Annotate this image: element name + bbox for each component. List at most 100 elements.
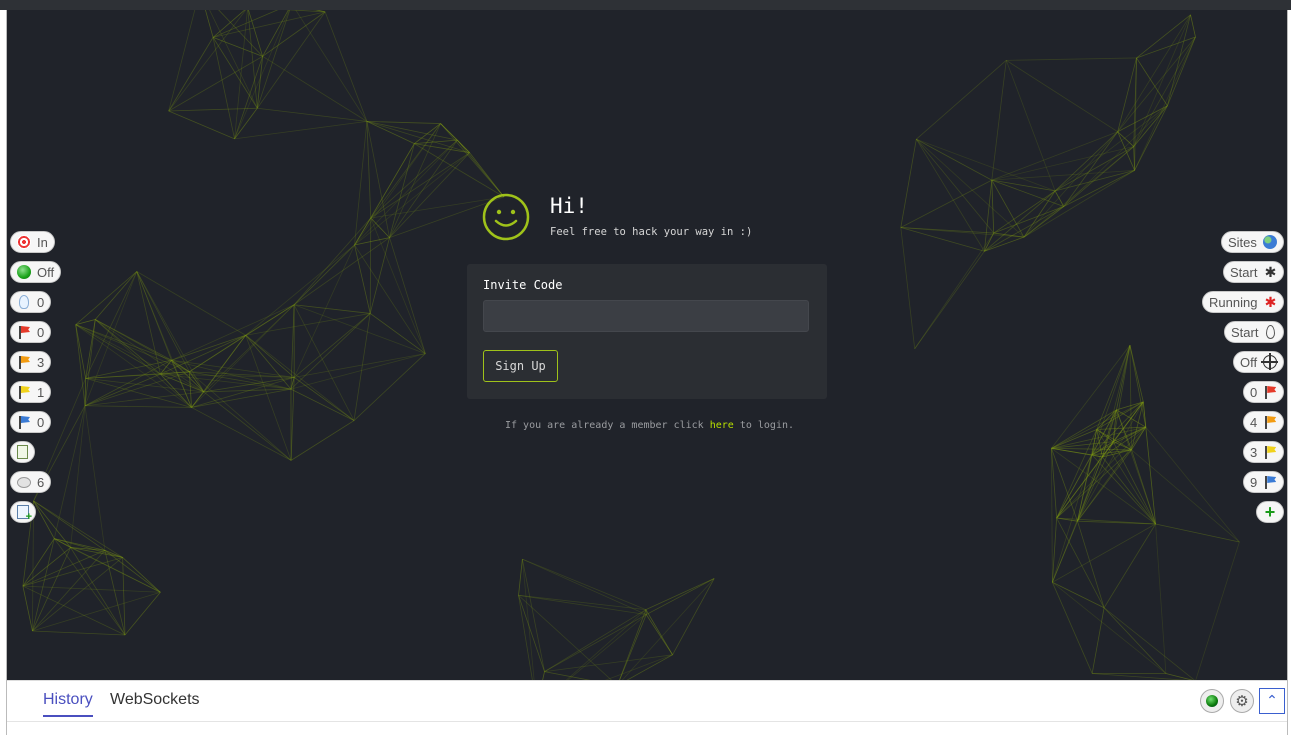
- hud-right-label: 3: [1250, 445, 1257, 460]
- network-line: [414, 140, 457, 143]
- network-line: [85, 406, 105, 551]
- network-line: [1130, 345, 1146, 427]
- hud-right-yellow-flag-button[interactable]: 3: [1243, 441, 1284, 463]
- hud-right-crosshair-button[interactable]: Off: [1233, 351, 1284, 373]
- network-line: [371, 153, 470, 218]
- network-line: [291, 389, 354, 420]
- hud-left-red-flag-button[interactable]: 0: [10, 321, 51, 343]
- network-line: [291, 313, 370, 389]
- hud-left-notes-button[interactable]: [10, 441, 35, 463]
- network-line: [246, 335, 291, 460]
- greeting-title: Hi!: [550, 194, 588, 218]
- network-line: [1052, 582, 1092, 673]
- member-note-before: If you are already a member click: [505, 420, 710, 431]
- hud-left-label: 0: [37, 415, 44, 430]
- network-line: [1104, 524, 1155, 608]
- network-line: [169, 56, 263, 111]
- network-line: [76, 271, 137, 324]
- network-line: [537, 672, 545, 680]
- network-line: [294, 377, 354, 420]
- network-line: [522, 559, 646, 614]
- network-line: [1137, 15, 1191, 58]
- network-line: [169, 37, 213, 111]
- hud-right-red-spider-button[interactable]: Running✱: [1202, 291, 1284, 313]
- network-line: [1006, 58, 1136, 60]
- hud-right-blue-flag-button[interactable]: 9: [1243, 471, 1284, 493]
- blue-flag-icon: [17, 415, 31, 429]
- network-line: [172, 335, 246, 360]
- hud-left-yellow-flag-button[interactable]: 1: [10, 381, 51, 403]
- hud-right-globe-button[interactable]: Sites: [1221, 231, 1284, 253]
- network-line: [189, 372, 291, 461]
- expand-panel-button[interactable]: ⌃: [1259, 688, 1285, 714]
- network-line: [263, 56, 367, 121]
- network-line: [992, 180, 1024, 237]
- network-line: [76, 325, 190, 372]
- hud-left-blue-flag-button[interactable]: 0: [10, 411, 51, 433]
- network-line: [1051, 448, 1052, 582]
- hud-left-target-button[interactable]: In: [10, 231, 55, 253]
- speech-bubble-icon: [17, 477, 31, 488]
- network-line: [1024, 207, 1064, 238]
- hud-left-add-page-button[interactable]: [10, 501, 36, 523]
- status-light-button[interactable]: [1200, 689, 1224, 713]
- network-line: [1052, 582, 1104, 607]
- network-line: [367, 121, 414, 143]
- hud-right-red-flag-button[interactable]: 0: [1243, 381, 1284, 403]
- network-line: [519, 595, 537, 680]
- network-line: [1051, 448, 1155, 524]
- network-line: [246, 335, 291, 389]
- hud-left-label: In: [37, 235, 48, 250]
- network-line: [1134, 106, 1168, 147]
- hud-left-label: 1: [37, 385, 44, 400]
- network-line: [204, 392, 291, 460]
- hud-left-orange-flag-button[interactable]: 3: [10, 351, 51, 373]
- network-line: [325, 12, 367, 122]
- hud-left-lightbulb-button[interactable]: 0: [10, 291, 51, 313]
- sign-up-button[interactable]: Sign Up: [483, 350, 558, 382]
- network-line: [519, 595, 646, 609]
- network-line: [522, 559, 646, 609]
- settings-button[interactable]: ⚙: [1230, 689, 1254, 713]
- network-line: [470, 153, 504, 197]
- network-line: [1097, 429, 1156, 524]
- network-line: [54, 539, 70, 548]
- invite-code-input[interactable]: [483, 300, 809, 332]
- flame-icon: [1266, 325, 1275, 339]
- network-line: [519, 595, 647, 614]
- network-line: [1118, 132, 1134, 147]
- hud-right-flame-button[interactable]: Start: [1224, 321, 1284, 343]
- network-line: [257, 12, 325, 108]
- red-flag-icon: [1263, 385, 1277, 399]
- tab-websockets[interactable]: WebSockets: [110, 691, 200, 715]
- network-line: [246, 335, 354, 420]
- hud-right-plus-button[interactable]: +: [1256, 501, 1284, 523]
- hud-left-green-dot-button[interactable]: Off: [10, 261, 61, 283]
- hud-left-speech-bubble-button[interactable]: 6: [10, 471, 51, 493]
- login-link[interactable]: here: [710, 420, 734, 431]
- network-line: [1064, 106, 1168, 207]
- network-line: [200, 10, 213, 37]
- tab-history[interactable]: History: [43, 691, 93, 717]
- network-line: [246, 245, 355, 335]
- network-line: [915, 251, 985, 349]
- lightbulb-icon: [19, 295, 29, 309]
- network-line: [916, 139, 1024, 237]
- network-line: [1113, 345, 1130, 441]
- hud-right-spider-button[interactable]: Start✱: [1223, 261, 1284, 283]
- network-line: [367, 121, 457, 140]
- yellow-flag-icon: [17, 385, 31, 399]
- network-line: [354, 313, 370, 420]
- network-line: [32, 550, 104, 631]
- network-line: [901, 228, 915, 349]
- network-line: [1118, 15, 1191, 132]
- hud-right-label: Sites: [1228, 235, 1257, 250]
- network-line: [32, 592, 160, 631]
- network-line: [354, 354, 425, 421]
- hud-right-label: 4: [1250, 415, 1257, 430]
- notes-icon: [17, 445, 28, 459]
- hud-right-orange-flag-button[interactable]: 4: [1243, 411, 1284, 433]
- network-line: [646, 579, 714, 610]
- network-line: [32, 501, 33, 631]
- network-line: [1118, 106, 1168, 132]
